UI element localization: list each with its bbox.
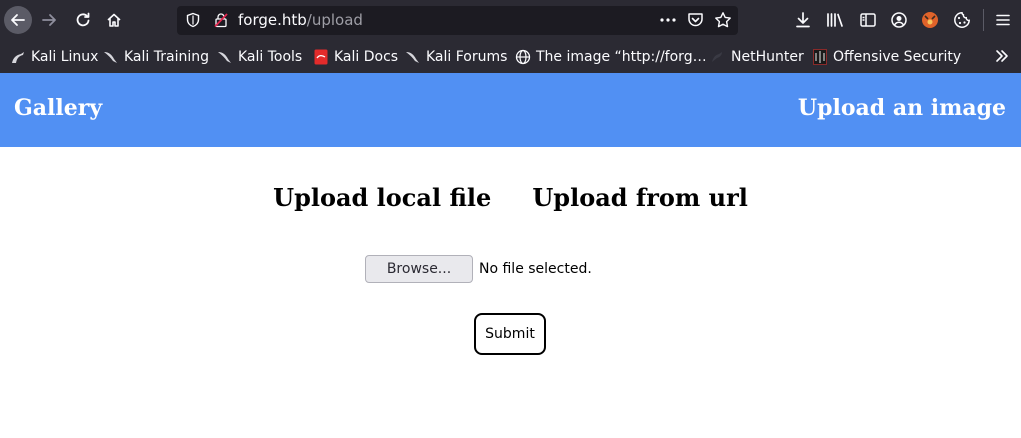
page-actions-icon[interactable]: [659, 11, 677, 33]
back-button[interactable]: [4, 6, 32, 34]
cookie-extension-icon[interactable]: [952, 10, 972, 30]
file-input[interactable]: Browse... No file selected.: [365, 254, 592, 283]
bookmark-label: Kali Docs: [334, 49, 399, 65]
upload-tabs: Upload local file Upload from url: [0, 183, 1021, 212]
back-arrow-icon: [11, 14, 25, 26]
bookmarks-toolbar: Kali Linux Kali Training Kali Tools Kali…: [0, 40, 1021, 74]
browse-button[interactable]: Browse...: [365, 254, 473, 283]
bookmark-label: Kali Tools: [238, 49, 303, 65]
upload-image-link[interactable]: Upload an image: [798, 95, 1006, 121]
bookmark-label: Kali Forums: [426, 49, 508, 65]
foxyproxy-icon[interactable]: [920, 10, 940, 30]
insecure-lock-icon[interactable]: [213, 12, 229, 32]
url-path: /upload: [306, 11, 363, 29]
tab-upload-from-url[interactable]: Upload from url: [532, 183, 747, 212]
forward-arrow-icon: [42, 14, 56, 26]
forward-button[interactable]: [36, 7, 62, 33]
browser-toolbar: forge.htb/upload: [0, 0, 1021, 40]
site-header: Gallery Upload an image: [0, 73, 1021, 147]
toolbar-separator: [983, 9, 984, 31]
bookmark-image-page[interactable]: The image “http://forg…: [515, 47, 707, 67]
bookmark-label: Kali Training: [124, 49, 209, 65]
bookmark-label: Offensive Security: [833, 49, 962, 65]
bookmark-kali-forums[interactable]: Kali Forums: [405, 47, 507, 67]
url-host: forge.htb: [238, 11, 307, 29]
reload-button[interactable]: [70, 7, 96, 33]
bookmark-kali-docs[interactable]: Kali Docs: [313, 47, 398, 67]
home-icon: [107, 13, 121, 27]
url-bar[interactable]: forge.htb/upload: [177, 6, 738, 35]
sidebar-icon[interactable]: [858, 10, 878, 30]
bookmark-label: NetHunter: [731, 49, 804, 65]
bookmark-offensive-security[interactable]: Offensive Security: [812, 47, 961, 67]
reload-icon: [76, 12, 90, 27]
bookmarks-overflow-chevron-icon[interactable]: [994, 48, 1010, 68]
tracking-protection-shield-icon[interactable]: [185, 12, 201, 32]
pocket-icon[interactable]: [687, 12, 704, 32]
download-icon[interactable]: [793, 10, 813, 30]
file-status-text: No file selected.: [479, 260, 592, 277]
bookmark-label: The image “http://forg…: [536, 49, 707, 65]
library-icon[interactable]: [826, 10, 846, 30]
bookmark-label: Kali Linux: [31, 49, 99, 65]
url-text[interactable]: forge.htb/upload: [238, 11, 363, 29]
kali-dragon-icon: [10, 49, 26, 65]
submit-button[interactable]: Submit: [474, 313, 546, 355]
globe-icon: [515, 49, 531, 65]
offsec-icon: [812, 49, 828, 65]
tab-upload-local-file[interactable]: Upload local file: [273, 183, 491, 212]
kali-dragon-icon: [103, 49, 119, 65]
kali-docs-icon: [313, 49, 329, 65]
nethunter-icon: [710, 49, 726, 65]
bookmark-kali-tools[interactable]: Kali Tools: [217, 47, 302, 67]
kali-dragon-icon: [217, 49, 233, 65]
bookmark-star-icon[interactable]: [714, 11, 732, 33]
bookmark-kali-linux[interactable]: Kali Linux: [10, 47, 98, 67]
menu-hamburger-icon[interactable]: [993, 10, 1013, 30]
gallery-logo-link[interactable]: Gallery: [14, 95, 102, 121]
home-button[interactable]: [101, 7, 127, 33]
bookmark-nethunter[interactable]: NetHunter: [710, 47, 804, 67]
bookmark-kali-training[interactable]: Kali Training: [103, 47, 209, 67]
kali-dragon-icon: [405, 49, 421, 65]
account-icon[interactable]: [889, 10, 909, 30]
